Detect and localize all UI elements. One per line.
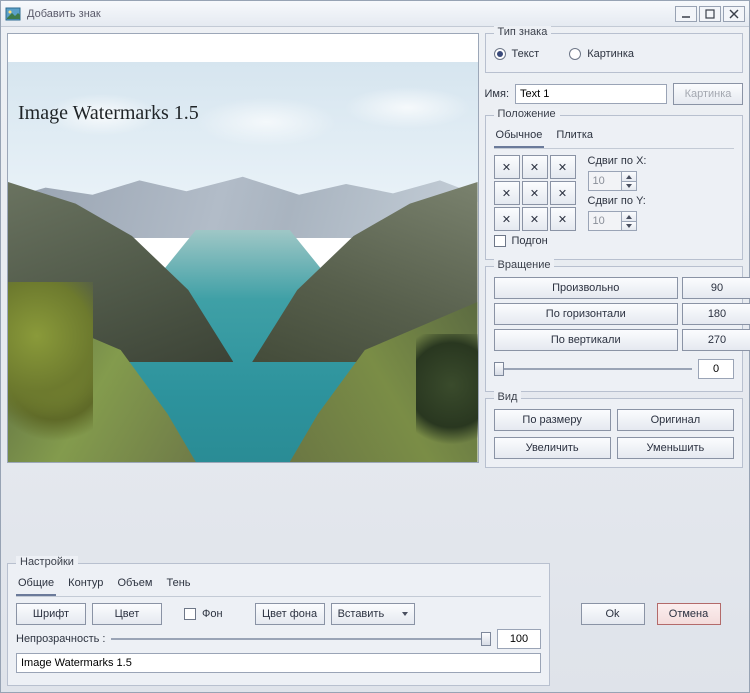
view-group-title: Вид (494, 391, 522, 403)
opacity-value[interactable] (497, 629, 541, 649)
watermark-text-input[interactable] (16, 653, 541, 673)
pos-mr[interactable]: ✕ (550, 181, 576, 205)
pos-tc[interactable]: ✕ (522, 155, 548, 179)
pos-bl[interactable]: ✕ (494, 207, 520, 231)
view-zoomin-button[interactable]: Увеличить (494, 437, 611, 459)
view-original-button[interactable]: Оригинал (617, 409, 734, 431)
dialog-buttons: Ok Отмена (558, 563, 743, 625)
shift-y-input[interactable] (588, 211, 622, 231)
rotation-value[interactable] (698, 359, 734, 379)
radio-image[interactable] (569, 48, 581, 60)
flip-horizontal-button[interactable]: По горизонтали (494, 303, 678, 325)
shift-y-spinner[interactable] (588, 211, 734, 231)
shift-x-up[interactable] (622, 172, 636, 181)
rotation-slider[interactable] (494, 360, 692, 378)
rotate-270-button[interactable]: 270 (682, 329, 750, 351)
name-input[interactable] (515, 84, 667, 104)
bgcolor-button[interactable]: Цвет фона (255, 603, 325, 625)
position-tabs: Обычное Плитка (494, 126, 734, 149)
type-group-title: Тип знака (494, 26, 552, 38)
radio-text[interactable] (494, 48, 506, 60)
app-icon (5, 6, 21, 22)
opacity-label: Непрозрачность : (16, 633, 105, 645)
fit-checkbox[interactable] (494, 235, 506, 247)
pos-tr[interactable]: ✕ (550, 155, 576, 179)
shift-x-down[interactable] (622, 181, 636, 190)
minimize-button[interactable] (675, 6, 697, 22)
view-zoomout-button[interactable]: Уменьшить (617, 437, 734, 459)
tab-tile[interactable]: Плитка (554, 126, 595, 148)
view-fit-button[interactable]: По размеру (494, 409, 611, 431)
flip-vertical-button[interactable]: По вертикали (494, 329, 678, 351)
chevron-down-icon (402, 612, 408, 616)
titlebar: Добавить знак (1, 1, 749, 27)
rotate-90-button[interactable]: 90 (682, 277, 750, 299)
type-group: Тип знака Текст Картинка (485, 33, 743, 73)
rotate-180-button[interactable]: 180 (682, 303, 750, 325)
content-area: Image Watermarks 1.5 Тип знака Текст Кар… (1, 27, 749, 692)
preview-image: Image Watermarks 1.5 (7, 33, 479, 463)
rotation-group: Вращение Произвольно 90 По горизонтали 1… (485, 266, 743, 392)
pos-br[interactable]: ✕ (550, 207, 576, 231)
upper-panel: Image Watermarks 1.5 Тип знака Текст Кар… (7, 33, 743, 557)
pos-bc[interactable]: ✕ (522, 207, 548, 231)
position-group-title: Положение (494, 108, 560, 120)
name-row: Имя: Картинка (485, 83, 743, 105)
rotate-free-button[interactable]: Произвольно (494, 277, 678, 299)
bg-checkbox[interactable] (184, 608, 196, 620)
pos-tl[interactable]: ✕ (494, 155, 520, 179)
close-button[interactable] (723, 6, 745, 22)
image-button[interactable]: Картинка (673, 83, 743, 105)
tab-outline[interactable]: Контур (66, 574, 105, 596)
opacity-slider[interactable] (111, 630, 491, 648)
view-group: Вид По размеру Оригинал Увеличить Уменьш… (485, 398, 743, 468)
rotation-group-title: Вращение (494, 259, 555, 271)
name-label: Имя: (485, 88, 509, 100)
fit-label: Подгон (512, 235, 548, 247)
insert-dropdown[interactable]: Вставить (331, 603, 415, 625)
shift-x-spinner[interactable] (588, 171, 734, 191)
settings-group-title: Настройки (16, 556, 78, 568)
tab-general[interactable]: Общие (16, 574, 56, 596)
shift-y-up[interactable] (622, 212, 636, 221)
font-button[interactable]: Шрифт (16, 603, 86, 625)
side-panel: Тип знака Текст Картинка Имя: Картинка (485, 33, 743, 557)
cancel-button[interactable]: Отмена (657, 603, 721, 625)
shift-x-input[interactable] (588, 171, 622, 191)
bottom-panel: Настройки Общие Контур Объем Тень Шрифт … (7, 563, 743, 686)
main-window: Добавить знак Image Watermarks 1.5 Тип з… (0, 0, 750, 693)
shift-y-down[interactable] (622, 221, 636, 230)
color-button[interactable]: Цвет (92, 603, 162, 625)
tab-volume[interactable]: Объем (115, 574, 154, 596)
position-group: Положение Обычное Плитка ✕ ✕ ✕ ✕ ✕ ✕ (485, 115, 743, 260)
settings-tabs: Общие Контур Объем Тень (16, 574, 541, 597)
settings-group: Настройки Общие Контур Объем Тень Шрифт … (7, 563, 550, 686)
maximize-button[interactable] (699, 6, 721, 22)
window-title: Добавить знак (27, 8, 673, 20)
pos-mc[interactable]: ✕ (522, 181, 548, 205)
bg-label: Фон (202, 608, 223, 620)
radio-image-label: Картинка (587, 48, 634, 60)
tab-shadow[interactable]: Тень (164, 574, 192, 596)
watermark-text: Image Watermarks 1.5 (18, 102, 199, 125)
shift-y-label: Сдвиг по Y: (588, 195, 734, 207)
tab-normal[interactable]: Обычное (494, 126, 545, 148)
radio-text-label: Текст (512, 48, 540, 60)
ok-button[interactable]: Ok (581, 603, 645, 625)
pos-ml[interactable]: ✕ (494, 181, 520, 205)
position-grid: ✕ ✕ ✕ ✕ ✕ ✕ ✕ ✕ ✕ (494, 155, 576, 231)
shift-x-label: Сдвиг по X: (588, 155, 734, 167)
